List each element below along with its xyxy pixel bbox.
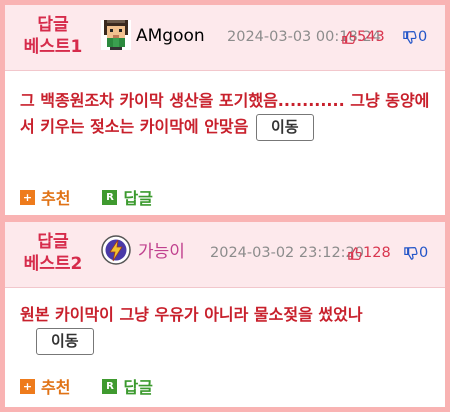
thumbs-up-icon[interactable] (347, 246, 362, 261)
thumbs-up-icon[interactable] (341, 30, 356, 45)
reply-text: 원본 카이막이 그냥 우유가 아니라 물소젖을 썼었나 (20, 305, 363, 324)
downvote-count[interactable]: 0 (403, 242, 428, 264)
thumbs-down-icon[interactable] (402, 30, 417, 45)
recommend-label: 추천 (41, 378, 71, 397)
best-reply-badge: 답글 베스트2 (5, 231, 101, 275)
thumbs-down-icon[interactable] (403, 246, 418, 261)
move-button[interactable]: 이동 (255, 114, 314, 141)
reply-content: 원본 카이막이 그냥 우유가 아니라 물소젖을 썼었나 이동 (20, 302, 435, 355)
nickname[interactable]: 가능이 (138, 241, 185, 263)
reply-actions: + 추천 R 답글 (20, 185, 153, 209)
recommend-button[interactable]: + 추천 (20, 374, 70, 398)
pixel-character-avatar-icon[interactable] (101, 20, 131, 50)
reply-button[interactable]: R 답글 (102, 185, 153, 209)
move-button[interactable]: 이동 (36, 328, 94, 355)
badge-line2: 베스트2 (23, 254, 83, 274)
reply-text: 그 백종원조차 카이막 생산을 포기했음........... 그냥 동양에서 … (20, 91, 430, 136)
reply-content: 그 백종원조차 카이막 생산을 포기했음........... 그냥 동양에서 … (20, 88, 435, 141)
downvote-value: 0 (418, 29, 428, 45)
plus-icon: + (20, 189, 35, 205)
reply-label: 답글 (123, 189, 153, 208)
post-date: 2024-03-02 23:12:20 (210, 245, 364, 261)
best-reply-badge: 답글 베스트1 (5, 14, 101, 58)
reply-r-icon: R (102, 189, 118, 205)
lightning-emblem-avatar-icon[interactable] (101, 235, 131, 265)
downvote-value: 0 (419, 245, 429, 261)
reply-actions: + 추천 R 답글 (20, 374, 153, 398)
badge-line2: 베스트1 (23, 37, 83, 57)
reply-r-icon: R (102, 378, 118, 394)
reply-header: 답글 베스트1 AMgoon 2024-03-03 00:18:24 543 0 (5, 5, 445, 71)
upvote-value: 543 (357, 29, 385, 45)
downvote-count[interactable]: 0 (402, 26, 427, 48)
plus-icon: + (20, 378, 35, 394)
badge-line1: 답글 (37, 15, 69, 35)
recommend-button[interactable]: + 추천 (20, 185, 70, 209)
reply-button[interactable]: R 답글 (102, 374, 153, 398)
post-divider (0, 215, 450, 222)
upvote-count[interactable]: 128 (347, 242, 391, 264)
recommend-label: 추천 (41, 189, 71, 208)
reply-header: 답글 베스트2 가능이 2024-03-02 23:12:20 128 0 (5, 222, 445, 288)
upvote-count[interactable]: 543 (341, 26, 385, 48)
reply-label: 답글 (123, 378, 153, 397)
nickname[interactable]: AMgoon (136, 25, 205, 47)
badge-line1: 답글 (37, 232, 69, 252)
upvote-value: 128 (363, 245, 391, 261)
